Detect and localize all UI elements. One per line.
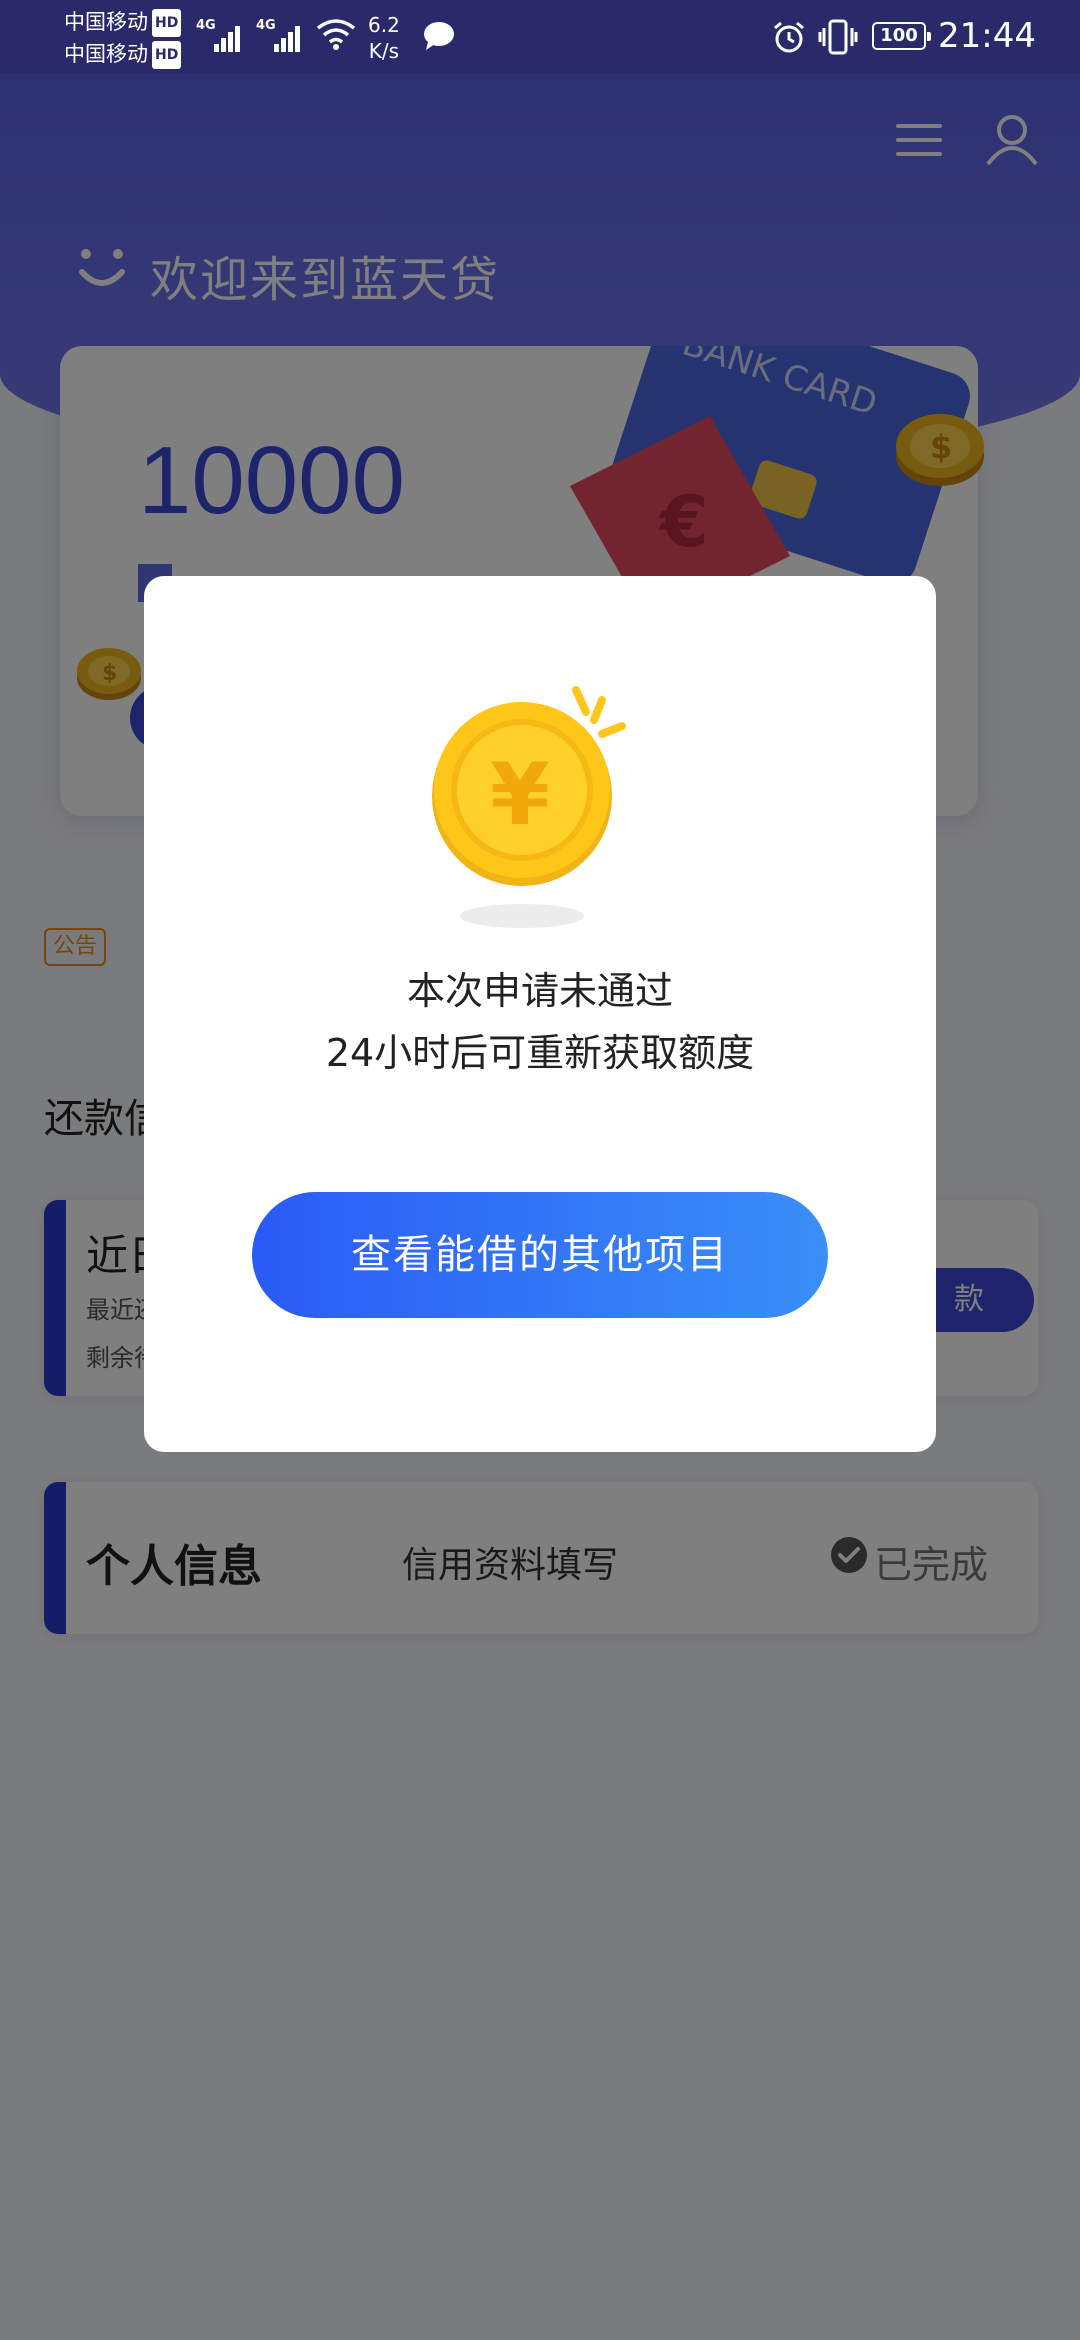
battery-icon: 100 xyxy=(872,22,931,50)
carrier-2: 中国移动 HD xyxy=(64,40,182,69)
yuan-coin-icon: ¥ xyxy=(432,686,626,928)
status-bar: 中国移动 HD 中国移动 HD 4G 4G 6.2 K/s 100 21:44 xyxy=(0,0,1080,74)
signal-1-icon: 4G xyxy=(196,18,246,54)
network-type-2: 4G xyxy=(256,18,276,33)
clock: 21:44 xyxy=(938,16,1036,56)
view-other-loans-label: 查看能借的其他项目 xyxy=(351,1233,729,1277)
carrier-1: 中国移动 HD xyxy=(64,8,182,37)
hd-badge-1: HD xyxy=(152,9,182,37)
network-speed: 6.2 K/s xyxy=(368,12,400,64)
hd-badge-2: HD xyxy=(152,41,182,69)
view-other-loans-button[interactable]: 查看能借的其他项目 xyxy=(252,1192,828,1318)
application-result-dialog: ¥ 本次申请未通过 24小时后可重新获取额度 查看能借的其他项目 xyxy=(144,576,936,1452)
chat-bubble-icon xyxy=(424,22,454,50)
rejection-message: 本次申请未通过 xyxy=(406,969,673,1013)
wifi-icon xyxy=(316,19,356,50)
svg-text:¥: ¥ xyxy=(490,745,550,845)
carrier-1-label: 中国移动 xyxy=(64,10,148,34)
alarm-icon xyxy=(774,21,804,53)
network-type-1: 4G xyxy=(196,18,216,33)
signal-2-icon: 4G xyxy=(256,18,306,54)
speed-unit: K/s xyxy=(368,39,400,63)
carrier-2-label: 中国移动 xyxy=(64,42,148,66)
battery-level: 100 xyxy=(880,25,918,46)
vibrate-icon xyxy=(818,19,858,55)
speed-value: 6.2 xyxy=(368,13,400,37)
retry-hint-message: 24小时后可重新获取额度 xyxy=(325,1031,755,1075)
